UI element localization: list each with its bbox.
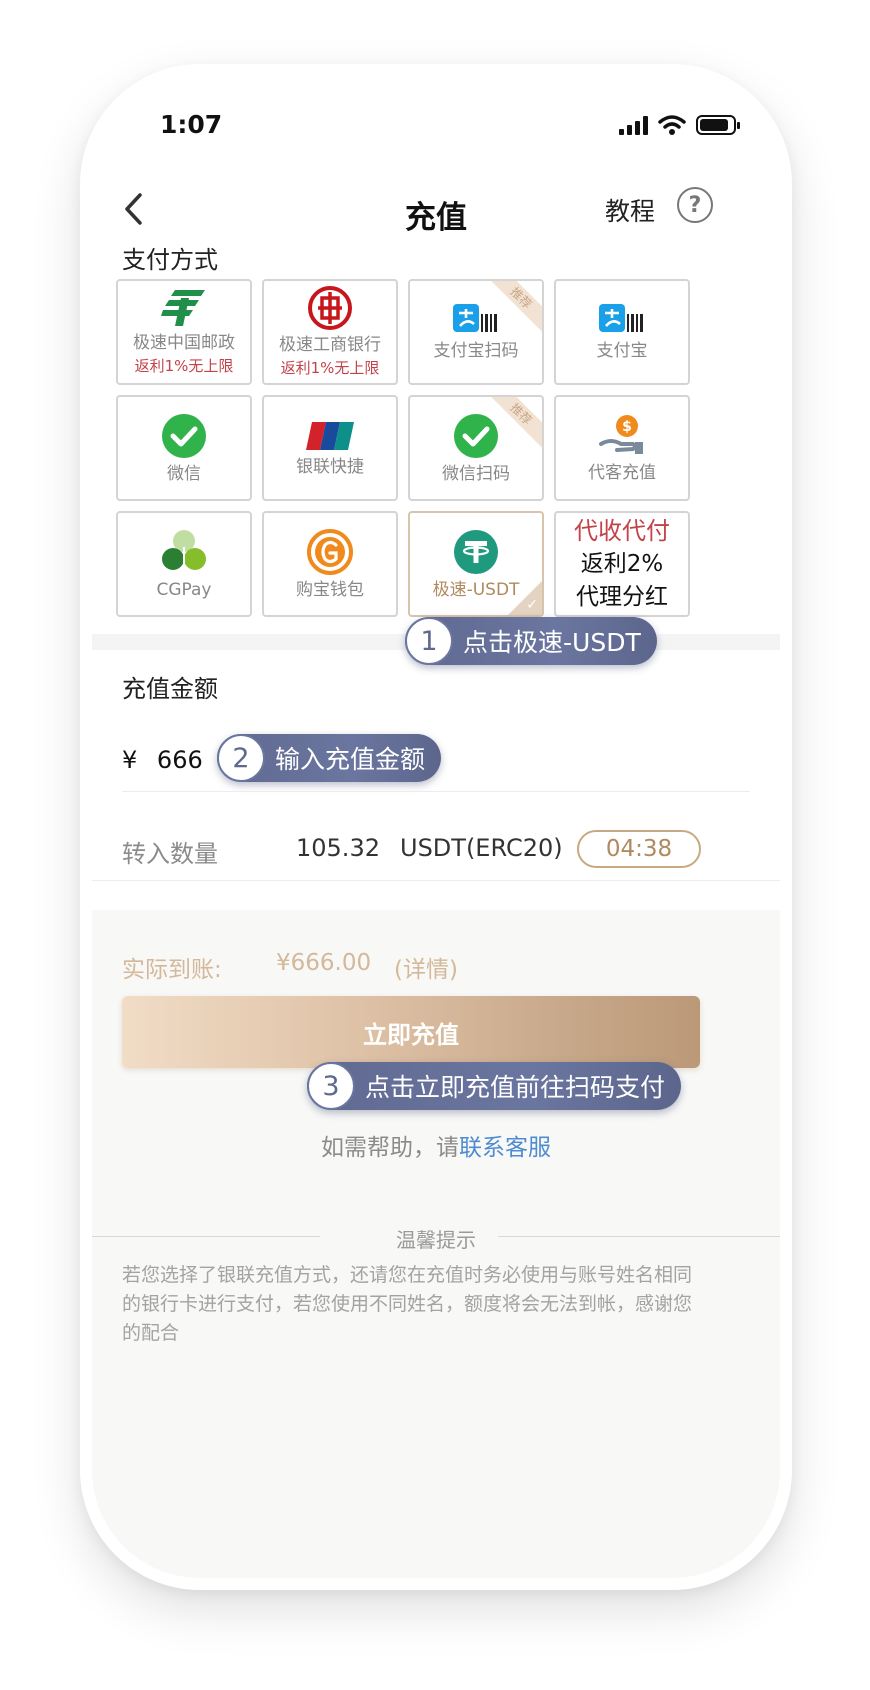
signal-icon [619, 115, 648, 135]
payment-method-alipay[interactable]: 支付宝 [554, 279, 690, 385]
wechat-scan-icon [454, 413, 498, 458]
promo-tile[interactable]: 代收代付 返利2% 代理分红 [554, 511, 690, 617]
payment-method-grid: 极速中国邮政 返利1%无上限 极速工商银行 返利1%无上限 推荐 支付宝扫码 支… [116, 279, 700, 617]
countdown-timer: 04:38 [577, 830, 701, 868]
unionpay-icon [306, 421, 354, 450]
wifi-icon [658, 115, 686, 135]
usdt-icon [454, 529, 498, 574]
transfer-divider [92, 880, 780, 881]
help-icon[interactable]: ? [677, 187, 713, 223]
currency-symbol: ¥ [122, 746, 138, 774]
callout-number: 3 [307, 1062, 355, 1110]
transfer-unit: USDT(ERC20) [400, 834, 563, 862]
payment-method-label: 极速工商银行 [279, 334, 381, 355]
actual-amount-value: ¥666.00 [276, 950, 372, 976]
status-time: 1:07 [160, 110, 223, 139]
help-prefix: 如需帮助，请 [321, 1135, 459, 1161]
callout-text: 点击立即充值前往扫码支付 [365, 1073, 666, 1102]
payment-method-label: 微信 [167, 463, 201, 484]
payment-method-label: 微信扫码 [442, 463, 510, 484]
app-screen: 1:07 充值 教程 ? 支付方式 极速中国邮政 返利1%无上限 极速工商银行 … [92, 76, 780, 1578]
callout-text: 点击极速-USDT [463, 628, 641, 657]
payment-method-label: 代客充值 [588, 462, 656, 483]
alipay-scan-icon [453, 303, 497, 332]
promo-rebate: 返利2% [580, 550, 664, 577]
promo-title: 代收代付 [574, 516, 670, 545]
payment-section-label: 支付方式 [122, 246, 218, 274]
battery-icon [696, 115, 740, 135]
help-line: 如需帮助，请联系客服 [92, 1128, 780, 1162]
actual-amount-label: 实际到账: [122, 957, 222, 983]
status-icons [619, 114, 740, 136]
contact-support-link[interactable]: 联系客服 [459, 1135, 551, 1161]
payment-method-label: 支付宝 [596, 340, 648, 361]
goubao-wallet-icon [307, 528, 353, 575]
payment-method-usdt[interactable]: 极速-USDT ✓ [408, 511, 544, 617]
payment-method-cgpay[interactable]: CGPay [116, 511, 252, 617]
phone-frame: 1:07 充值 教程 ? 支付方式 极速中国邮政 返利1%无上限 极速工商银行 … [80, 64, 792, 1590]
transfer-value: 105.32 [296, 834, 380, 862]
alipay-icon [599, 303, 643, 332]
promo-dividend: 代理分红 [576, 583, 668, 610]
amount-value: 666 [156, 746, 203, 774]
payment-method-label: 极速-USDT [432, 579, 520, 600]
payment-method-china-post[interactable]: 极速中国邮政 返利1%无上限 [116, 279, 252, 385]
china-post-icon [161, 289, 205, 326]
svg-text:$: $ [622, 419, 632, 435]
amount-section-label: 充值金额 [122, 675, 218, 703]
callout-number: 2 [217, 734, 265, 782]
payment-method-icbc[interactable]: 极速工商银行 返利1%无上限 [262, 279, 398, 385]
callout-step-2: 2 输入充值金额 [217, 734, 442, 782]
wechat-icon [162, 413, 206, 458]
callout-step-3: 3 点击立即充值前往扫码支付 [307, 1062, 682, 1110]
payment-method-label: 银联快捷 [296, 456, 364, 477]
callout-step-1: 1 点击极速-USDT [405, 617, 657, 665]
payment-method-rebate: 返利1%无上限 [134, 357, 234, 376]
recharge-now-button[interactable]: 立即充值 [122, 996, 700, 1068]
tutorial-link[interactable]: 教程 [605, 192, 655, 228]
amount-input[interactable]: ¥ 666 [122, 746, 203, 774]
payment-method-label: 购宝钱包 [296, 579, 364, 600]
amount-divider [122, 791, 750, 792]
tips-body: 若您选择了银联充值方式，还请您在充值时务必使用与账号姓名相同的银行卡进行支付，若… [122, 1264, 693, 1344]
callout-text: 输入充值金额 [275, 745, 426, 774]
check-icon: ✓ [526, 597, 538, 613]
transfer-label: 转入数量 [122, 840, 218, 868]
payment-method-unionpay[interactable]: 银联快捷 [262, 395, 398, 501]
cgpay-icon [162, 529, 206, 571]
detail-link[interactable]: (详情) [394, 950, 458, 984]
callout-number: 1 [405, 617, 453, 665]
agent-recharge-icon: $ [599, 414, 643, 454]
payment-method-alipay-scan[interactable]: 推荐 支付宝扫码 [408, 279, 544, 385]
payment-method-goubao-wallet[interactable]: 购宝钱包 [262, 511, 398, 617]
payment-method-label: CGPay [156, 579, 212, 600]
payment-method-label: 支付宝扫码 [433, 340, 519, 361]
payment-method-rebate: 返利1%无上限 [280, 359, 380, 378]
tips-title: 温馨提示 [396, 1228, 476, 1252]
icbc-icon [308, 285, 352, 330]
payment-method-wechat-scan[interactable]: 推荐 微信扫码 [408, 395, 544, 501]
payment-method-wechat[interactable]: 微信 [116, 395, 252, 501]
payment-method-agent-recharge[interactable]: $ 代客充值 [554, 395, 690, 501]
payment-method-label: 极速中国邮政 [133, 332, 235, 353]
